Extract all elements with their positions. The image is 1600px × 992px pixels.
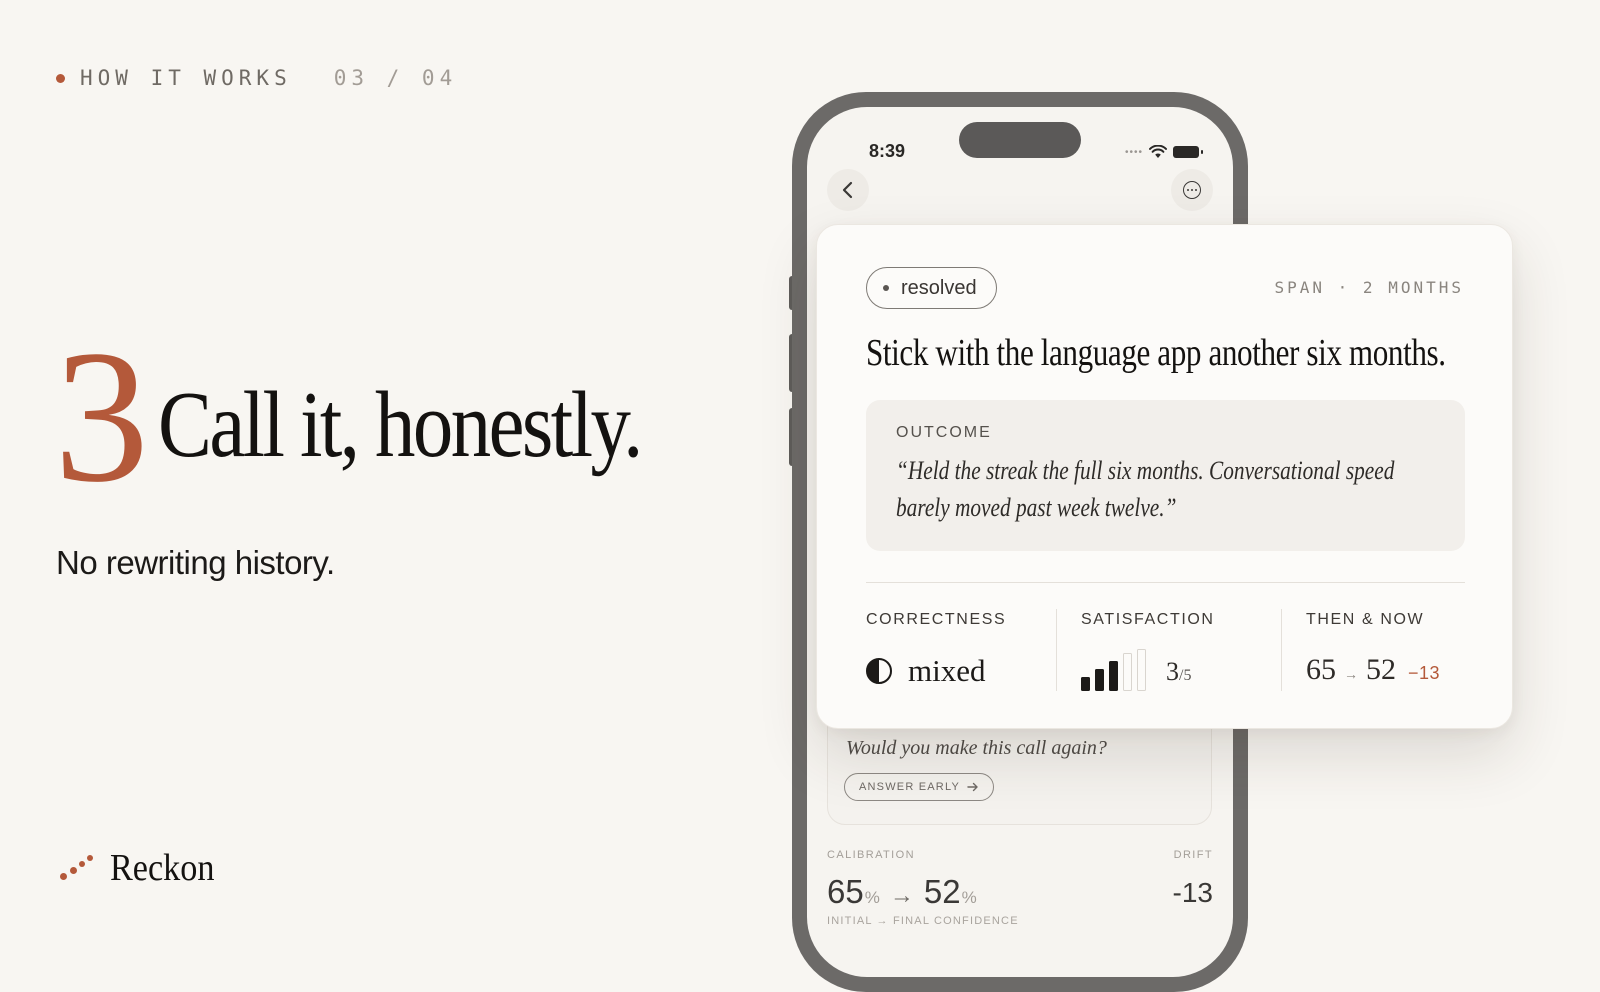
brand-lockup: Reckon (58, 846, 226, 890)
satisfaction-bar (1137, 649, 1146, 691)
subhead: No rewriting history. (56, 544, 335, 581)
calibration-values: 65 % → 52 % (827, 873, 977, 911)
drift-label: DRIFT (1173, 849, 1213, 861)
satisfaction-bar (1081, 677, 1090, 691)
satisfaction-label: SATISFACTION (1081, 611, 1215, 628)
arrow-right-icon: → (1344, 668, 1358, 683)
answer-early-label: ANSWER EARLY (859, 781, 960, 793)
decision-title: Stick with the language app another six … (866, 332, 1446, 374)
delta-value: −13 (1408, 663, 1441, 683)
card-divider (866, 582, 1465, 583)
half-filled-circle-icon (866, 658, 892, 684)
wifi-icon (1149, 145, 1167, 158)
satisfaction-metric: SATISFACTION (1081, 611, 1215, 629)
satisfaction-score: 3 (1166, 657, 1179, 686)
status-badge: resolved (866, 267, 997, 309)
section-eyebrow: HOW IT WORKS 03 / 04 (56, 66, 457, 90)
then-value: 65 (1306, 653, 1336, 686)
signal-icon: •••• (1124, 146, 1143, 158)
satisfaction-value: 3/5 (1166, 657, 1191, 687)
decision-card: resolved SPAN · 2 MONTHS Stick with the … (816, 224, 1513, 729)
metric-separator (1281, 609, 1282, 691)
satisfaction-max: /5 (1179, 667, 1192, 684)
status-icons: •••• (1124, 145, 1203, 159)
answer-early-button[interactable]: ANSWER EARLY (844, 773, 994, 801)
satisfaction-bar (1109, 661, 1118, 691)
final-confidence: 52 (923, 873, 961, 910)
outcome-box: OUTCOME “Held the streak the full six mo… (866, 400, 1465, 551)
step-number: 3 (54, 312, 149, 522)
calibration-label: CALIBRATION (827, 849, 915, 861)
span-meta: SPAN · 2 MONTHS (1274, 278, 1464, 297)
now-value: 52 (1366, 653, 1396, 686)
outcome-label: OUTCOME (896, 424, 992, 441)
initial-confidence: 65 (827, 873, 864, 910)
more-horizontal-circle-icon (1183, 181, 1201, 199)
satisfaction-bar (1123, 653, 1132, 691)
dynamic-island (959, 122, 1081, 158)
outcome-quote: “Held the streak the full six months. Co… (896, 456, 1395, 522)
drift-value: -13 (1172, 877, 1213, 908)
section-label: HOW IT WORKS (80, 66, 292, 90)
status-dot-icon (883, 285, 889, 291)
status-time: 8:39 (869, 141, 906, 161)
chevron-left-icon (842, 181, 853, 199)
final-unit: % (961, 888, 977, 907)
then-now-metric: THEN & NOW (1306, 611, 1424, 629)
satisfaction-bar (1095, 669, 1104, 691)
step-indicator: 03 / 04 (333, 66, 458, 90)
back-button[interactable] (827, 169, 869, 211)
battery-icon (1173, 146, 1203, 158)
calibration-caption: INITIAL → FINAL CONFIDENCE (827, 915, 1019, 927)
correctness-metric: CORRECTNESS (866, 611, 1006, 629)
status-label: resolved (901, 276, 977, 299)
correctness-label: CORRECTNESS (866, 611, 1007, 628)
arrow-right-icon: → (889, 882, 914, 909)
correctness-value: mixed (908, 653, 986, 688)
reflection-question: Would you make this call again? (846, 737, 1107, 759)
reckon-logo-icon (58, 853, 94, 883)
arrow-right-icon (967, 782, 978, 792)
initial-unit: % (864, 888, 880, 907)
correctness-value-row: mixed (866, 653, 986, 689)
headline: Call it, honestly. (158, 373, 643, 477)
brand-name: Reckon (110, 847, 215, 889)
metric-separator (1056, 609, 1057, 691)
eyebrow-dot (56, 73, 65, 83)
then-now-values: 65 → 52 −13 (1306, 653, 1440, 687)
more-options-button[interactable] (1171, 169, 1213, 211)
then-now-label: THEN & NOW (1306, 611, 1425, 628)
satisfaction-bars (1081, 649, 1146, 691)
